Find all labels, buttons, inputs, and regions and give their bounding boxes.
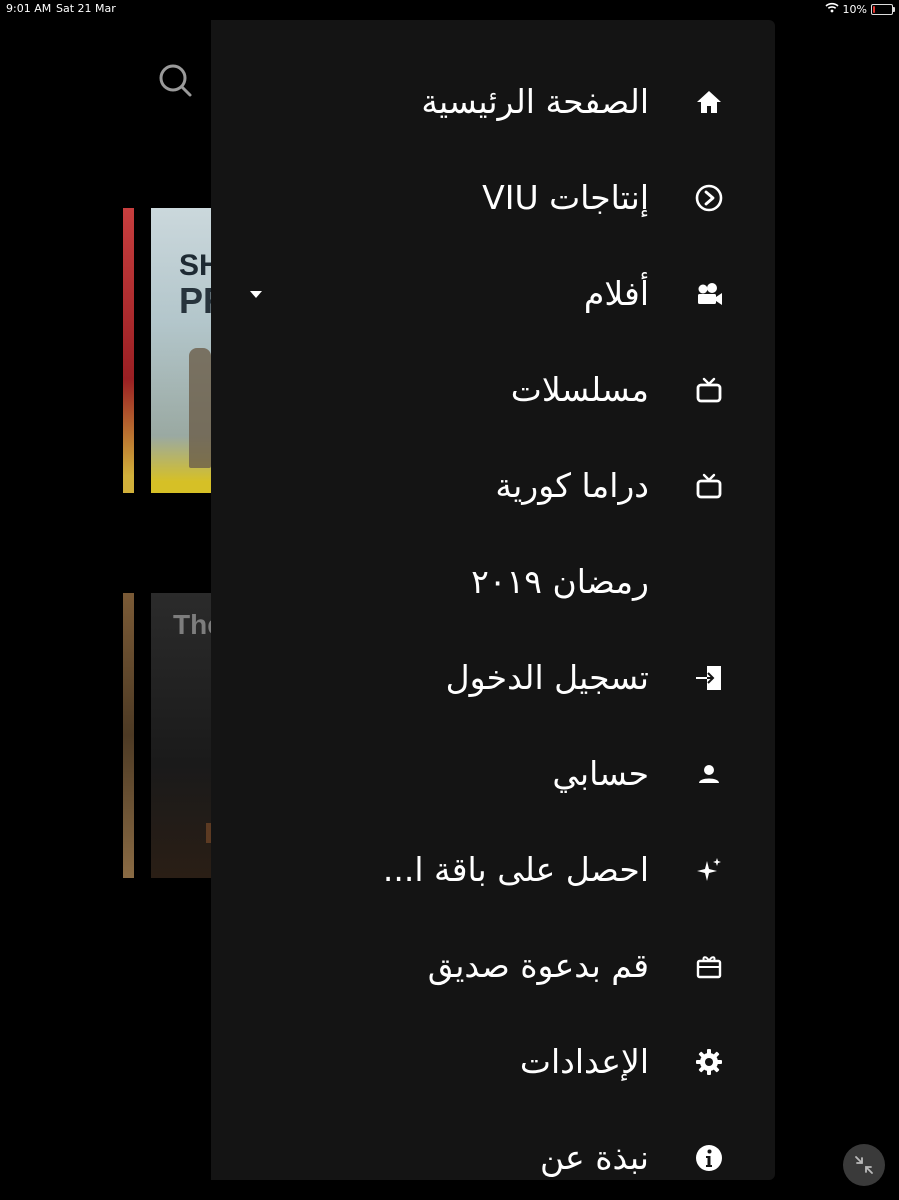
menu-item-label: دراما كورية <box>495 466 649 505</box>
status-time: 9:01 AM <box>6 2 52 15</box>
navigation-drawer: الصفحة الرئيسية إنتاجات VIU أفلام مسلسلا… <box>211 20 775 1180</box>
sparkle-icon <box>694 855 724 885</box>
menu-item-label: الصفحة الرئيسية <box>421 82 649 121</box>
sign-in-icon <box>694 663 724 693</box>
person-icon <box>694 759 724 789</box>
poster-thumbnail[interactable]: The <box>151 593 211 878</box>
viu-play-icon <box>694 183 724 213</box>
movie-camera-icon <box>694 279 724 309</box>
menu-item-label: تسجيل الدخول <box>445 658 649 697</box>
menu-item-movies[interactable]: أفلام <box>211 264 775 324</box>
menu-item-label: مسلسلات <box>510 370 649 409</box>
status-date: Sat 21 Mar <box>56 2 116 15</box>
battery-icon <box>871 3 895 15</box>
menu-item-label: الإعدادات <box>519 1042 649 1081</box>
battery-level <box>873 5 875 13</box>
menu-item-series[interactable]: مسلسلات <box>211 360 775 420</box>
menu-item-home[interactable]: الصفحة الرئيسية <box>211 72 775 132</box>
gear-icon <box>694 1047 724 1077</box>
menu-item-sign-in[interactable]: تسجيل الدخول <box>211 648 775 708</box>
status-right: 10% <box>825 2 895 16</box>
poster-title: PR <box>179 280 211 321</box>
menu-item-viu-originals[interactable]: إنتاجات VIU <box>211 168 775 228</box>
tv-icon <box>694 471 724 501</box>
poster-title: SH <box>179 249 211 282</box>
search-icon[interactable] <box>155 60 195 100</box>
status-bar: 9:01 AM Sat 21 Mar 10% <box>0 0 899 18</box>
tv-icon <box>694 375 724 405</box>
chevron-down-icon[interactable] <box>250 291 262 298</box>
poster-thumbnail[interactable]: SH PR <box>151 208 211 493</box>
menu-item-about[interactable]: نبذة عن <box>211 1128 775 1188</box>
poster-title: The <box>173 609 211 640</box>
info-icon <box>694 1143 724 1173</box>
battery-percent: 10% <box>842 2 867 16</box>
collapse-arrows-icon <box>843 1144 885 1186</box>
menu-item-label: رمضان ٢٠١٩ <box>471 562 649 601</box>
menu-item-korean-drama[interactable]: دراما كورية <box>211 456 775 516</box>
home-icon <box>694 87 724 117</box>
menu-item-label: قم بدعوة صديق <box>427 946 649 985</box>
menu-item-label: أفلام <box>583 274 649 313</box>
menu-item-ramadan-2019[interactable]: رمضان ٢٠١٩ <box>211 552 775 612</box>
menu-item-settings[interactable]: الإعدادات <box>211 1032 775 1092</box>
menu-item-label: حسابي <box>552 754 649 793</box>
collapse-button[interactable] <box>843 1144 885 1186</box>
menu-item-get-package[interactable]: احصل على باقة ا... <box>211 840 775 900</box>
gift-icon <box>694 951 724 981</box>
menu-item-label: نبذة عن <box>539 1138 649 1177</box>
menu-item-label: إنتاجات VIU <box>482 178 649 217</box>
menu-item-invite-friend[interactable]: قم بدعوة صديق <box>211 936 775 996</box>
wifi-icon <box>825 2 839 16</box>
poster-thumbnail[interactable] <box>123 208 134 493</box>
menu-item-label: احصل على باقة ا... <box>382 850 649 889</box>
poster-figure <box>189 348 211 468</box>
poster-thumbnail[interactable] <box>123 593 134 878</box>
menu-item-my-account[interactable]: حسابي <box>211 744 775 804</box>
